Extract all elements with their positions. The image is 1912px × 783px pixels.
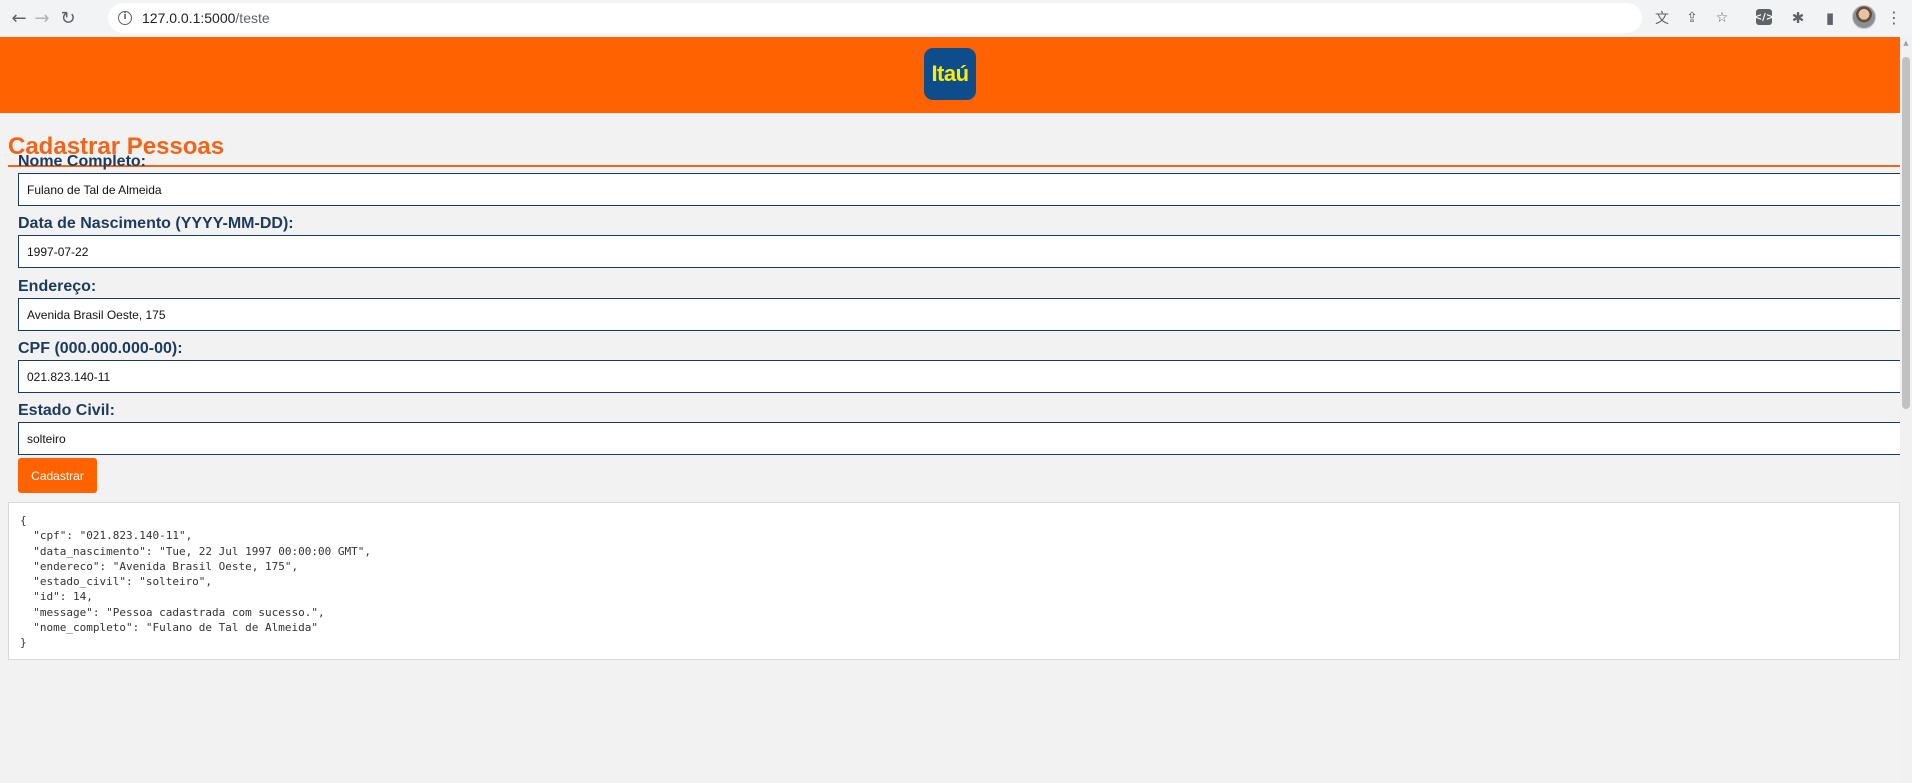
side-panel-icon[interactable]: ▮ bbox=[1819, 7, 1841, 29]
extensions-puzzle-icon[interactable]: ✱ bbox=[1787, 7, 1809, 29]
cpf-label: CPF (000.000.000-00): bbox=[18, 340, 183, 357]
scrollbar-thumb[interactable] bbox=[1902, 57, 1910, 409]
site-info-icon[interactable]: i bbox=[118, 11, 132, 25]
site-header: Itaú bbox=[0, 37, 1900, 113]
full-name-label: Nome Completo: bbox=[18, 153, 146, 170]
marital-status-input[interactable] bbox=[18, 422, 1900, 455]
scroll-up-arrow-icon[interactable]: ▲ bbox=[1902, 39, 1910, 47]
address-input[interactable] bbox=[18, 298, 1900, 331]
address-bar[interactable]: i 127.0.0.1:5000/teste 文 ⇪ ☆ bbox=[108, 3, 1728, 33]
birth-date-input[interactable] bbox=[18, 235, 1900, 268]
bookmark-star-icon[interactable]: ☆ bbox=[1712, 8, 1732, 28]
devtools-extension-icon[interactable]: </> bbox=[1754, 9, 1774, 25]
cpf-input[interactable] bbox=[18, 360, 1900, 393]
title-divider bbox=[8, 165, 1900, 167]
page-content: Itaú Cadastrar Pessoas Nome Completo: Da… bbox=[0, 37, 1900, 783]
url-host: 127.0.0.1:5000 bbox=[142, 10, 236, 26]
submit-button[interactable]: Cadastrar bbox=[18, 458, 97, 493]
browser-toolbar: ← → ↻ i 127.0.0.1:5000/teste 文 ⇪ ☆ </> ✱… bbox=[0, 0, 1912, 37]
url-path: /teste bbox=[235, 10, 270, 26]
reload-icon[interactable]: ↻ bbox=[56, 6, 80, 30]
itau-logo: Itaú bbox=[924, 48, 976, 100]
profile-avatar[interactable] bbox=[1852, 5, 1876, 29]
marital-status-label: Estado Civil: bbox=[18, 402, 115, 419]
response-panel: { "cpf": "021.823.140-11", "data_nascime… bbox=[8, 502, 1900, 660]
back-icon[interactable]: ← bbox=[7, 6, 31, 30]
translate-icon[interactable]: 文 bbox=[1652, 8, 1672, 28]
response-json: { "cpf": "021.823.140-11", "data_nascime… bbox=[20, 514, 371, 650]
logo-text: Itaú bbox=[931, 61, 969, 86]
full-name-input[interactable] bbox=[18, 173, 1900, 206]
address-label: Endereço: bbox=[18, 278, 97, 295]
browser-menu-icon[interactable]: ⋮ bbox=[1886, 7, 1902, 29]
share-icon[interactable]: ⇪ bbox=[1682, 8, 1702, 28]
birth-date-label: Data de Nascimento (YYYY-MM-DD): bbox=[18, 215, 294, 232]
url-text[interactable]: 127.0.0.1:5000/teste bbox=[142, 10, 270, 26]
forward-icon[interactable]: → bbox=[30, 6, 54, 30]
page-scrollbar[interactable]: ▲ bbox=[1900, 37, 1912, 783]
